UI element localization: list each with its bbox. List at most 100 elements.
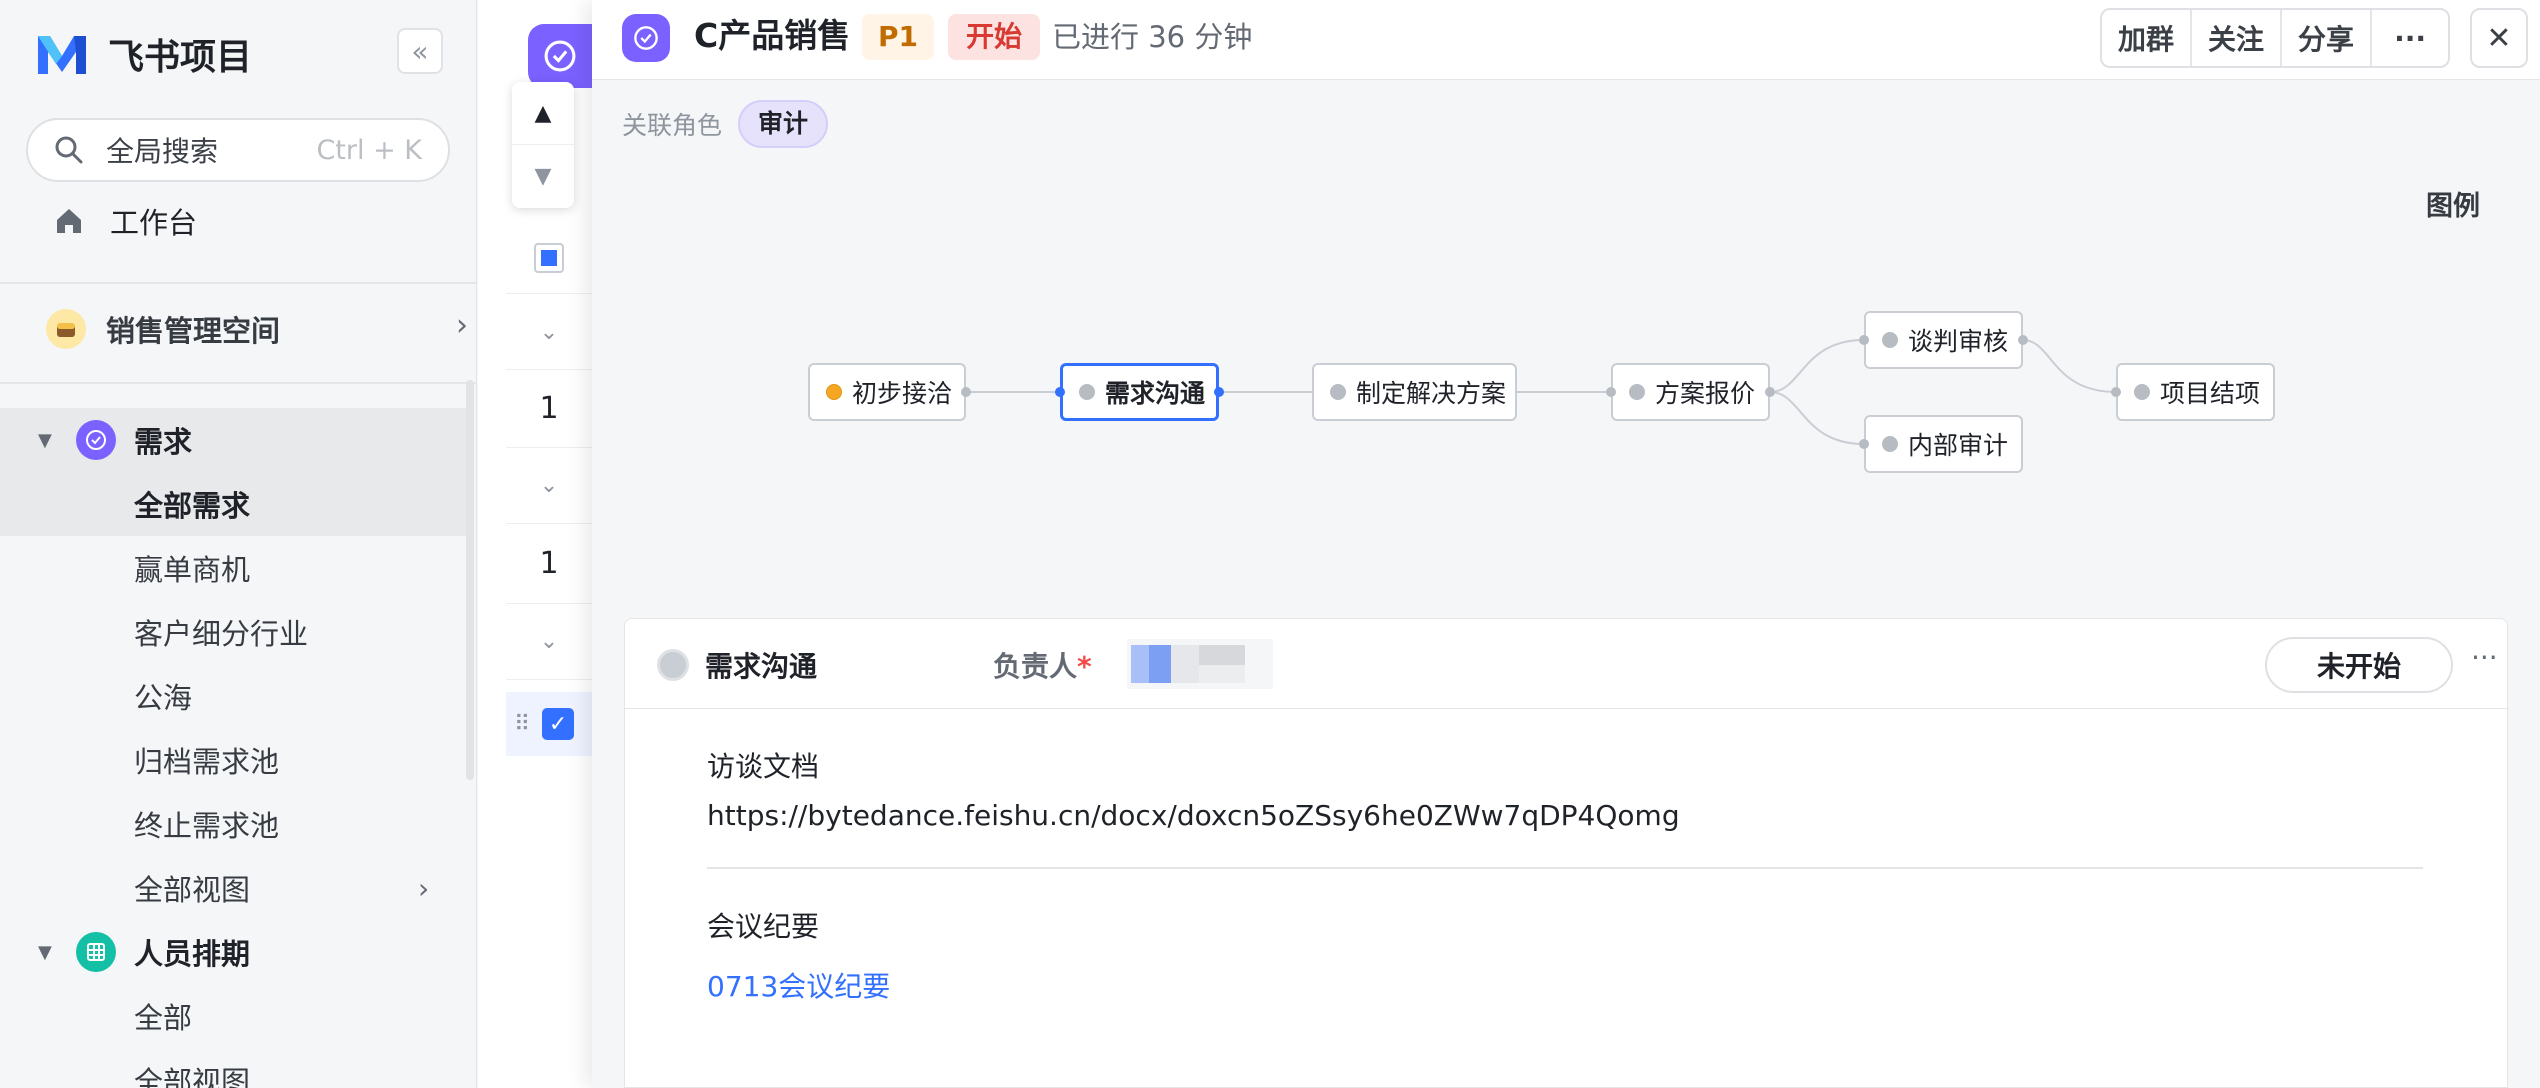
triangle-up-icon: ▲	[534, 100, 552, 126]
triangle-down-icon: ▼	[534, 164, 552, 189]
row-number: 1	[539, 391, 559, 426]
sidebar: 飞书项目 « 全局搜索 Ctrl + K 工作台 销售管理空间 › ▼ 需求 全…	[0, 0, 477, 1088]
checkbox-indeterminate	[534, 242, 564, 273]
flow-node-negotiation-review[interactable]: 谈判审核	[1864, 311, 2023, 369]
node-label: 制定解决方案	[1356, 379, 1507, 408]
collapse-sidebar-button[interactable]: «	[397, 28, 443, 74]
brand-name: 飞书项目	[108, 37, 253, 78]
sidebar-group-scheduling[interactable]: ▼ 人员排期	[0, 920, 466, 984]
status-dot-icon	[1079, 384, 1095, 400]
expand-row-button[interactable]: ⌄	[506, 296, 592, 370]
flow-node-internal-audit[interactable]: 内部审计	[1864, 415, 2023, 473]
status-dot-icon	[1629, 384, 1645, 400]
connector-port	[2018, 335, 2028, 345]
sidebar-item-terminated-pool[interactable]: 终止需求池	[0, 792, 466, 856]
detail-panel: C产品销售 P1 开始 已进行 36 分钟 加群 关注 分享 ··· ✕ 关联角…	[592, 0, 2540, 1088]
sidebar-item-label: 客户细分行业	[134, 617, 309, 651]
connector-port	[1214, 387, 1224, 397]
node-status-button[interactable]: 未开始	[2265, 637, 2453, 693]
brand[interactable]: 飞书项目	[36, 28, 252, 80]
sidebar-item-customer-industry[interactable]: 客户细分行业	[0, 600, 466, 664]
search-icon	[55, 136, 83, 164]
connector-port	[1859, 439, 1869, 449]
sidebar-item-archived-pool[interactable]: 归档需求池	[0, 728, 466, 792]
sidebar-item-all-views[interactable]: 全部视图 ›	[0, 856, 466, 920]
sidebar-item-label: 全部视图	[134, 873, 251, 907]
chevron-down-icon: ⌄	[539, 629, 559, 654]
sort-descending-button[interactable]: ▼	[512, 145, 574, 208]
sidebar-item-all-views-2[interactable]: 全部视图	[0, 1048, 466, 1088]
sidebar-group-label: 需求	[134, 425, 193, 459]
chevron-down-icon: ⌄	[539, 473, 559, 498]
flow-node-solution[interactable]: 制定解决方案	[1312, 363, 1517, 421]
owner-avatar[interactable]	[1127, 639, 1273, 689]
task-card-header: 需求沟通 负责人* 未开始 ···	[625, 619, 2509, 709]
node-label: 谈判审核	[1908, 327, 2009, 356]
table-icon	[76, 932, 116, 972]
interview-doc-value[interactable]: https://bytedance.feishu.cn/docx/doxcn5o…	[707, 799, 1680, 832]
required-mark: *	[1077, 650, 1092, 683]
search-label: 全局搜索	[106, 135, 219, 168]
connector-port	[1859, 335, 1869, 345]
work-item-list: ▲ ▼ ⌄ 1 ⌄ 1 ⌄ ⠿ ✓	[478, 0, 592, 1088]
owner-label: 负责人*	[993, 645, 1092, 685]
table-row[interactable]: 1	[506, 370, 592, 448]
node-status-icon[interactable]	[657, 649, 689, 681]
divider	[0, 382, 476, 384]
row-number: 1	[539, 546, 559, 581]
status-dot-icon	[826, 384, 842, 400]
flow-node-quotation[interactable]: 方案报价	[1611, 363, 1770, 421]
global-search-input[interactable]: 全局搜索 Ctrl + K	[26, 118, 450, 182]
select-all-checkbox[interactable]	[506, 222, 592, 294]
owner-label-text: 负责人	[993, 650, 1078, 683]
flow-node-project-closure[interactable]: 项目结项	[2116, 363, 2275, 421]
status-dot-icon	[1330, 384, 1346, 400]
meeting-notes-link[interactable]: 0713会议纪要	[707, 965, 890, 1005]
more-icon[interactable]: ···	[2471, 641, 2498, 674]
sort-ascending-button[interactable]: ▲	[512, 82, 574, 145]
connector-port	[1606, 387, 1616, 397]
drag-handle-icon[interactable]: ⠿	[514, 712, 530, 737]
checkmark-icon: ✓	[548, 711, 568, 737]
connector-port	[961, 387, 971, 397]
sidebar-group-requirements[interactable]: ▼ 需求	[0, 408, 466, 472]
task-title: 需求沟通	[705, 650, 818, 683]
sort-toggle: ▲ ▼	[512, 82, 574, 208]
status-dot-icon	[2134, 384, 2150, 400]
sidebar-item-label: 全部视图	[134, 1065, 251, 1088]
flow-node-initial-contact[interactable]: 初步接洽	[808, 363, 966, 421]
interview-doc-label: 访谈文档	[707, 750, 820, 783]
double-chevron-left-icon: «	[411, 34, 429, 68]
node-label: 初步接洽	[852, 379, 953, 408]
divider	[0, 282, 476, 284]
expand-row-button[interactable]: ⌄	[506, 448, 592, 524]
sidebar-item-all-requirements[interactable]: 全部需求	[0, 472, 466, 536]
chevron-right-icon: ›	[418, 871, 430, 905]
sidebar-item-label: 归档需求池	[134, 745, 280, 779]
sidebar-item-public-pool[interactable]: 公海	[0, 664, 466, 728]
feishu-project-logo-icon	[38, 36, 86, 74]
flow-node-requirement-communication[interactable]: 需求沟通	[1060, 363, 1219, 421]
expand-row-button[interactable]: ⌄	[506, 604, 592, 680]
sidebar-item-workbench[interactable]: 工作台	[54, 200, 476, 242]
sidebar-item-all[interactable]: 全部	[0, 984, 466, 1048]
sidebar-item-label: 公海	[134, 681, 193, 715]
sidebar-scrollbar[interactable]	[466, 380, 474, 780]
row-checkbox[interactable]: ✓	[542, 708, 575, 740]
sidebar-item-label: 全部	[134, 1001, 193, 1035]
sidebar-item-space[interactable]: 销售管理空间 ›	[46, 308, 476, 350]
chevron-right-icon: ›	[456, 308, 468, 343]
chevron-down-icon: ⌄	[539, 320, 559, 345]
node-label: 需求沟通	[1105, 379, 1206, 408]
table-row-selected[interactable]: ⠿ ✓	[506, 692, 592, 756]
node-label: 方案报价	[1655, 379, 1756, 408]
sidebar-item-won-opportunities[interactable]: 赢单商机	[0, 536, 466, 600]
requirement-app-icon[interactable]	[528, 24, 592, 88]
table-row[interactable]: 1	[506, 524, 592, 604]
sidebar-item-label: 终止需求池	[134, 809, 280, 843]
connector-port	[1055, 387, 1065, 397]
sidebar-item-label: 赢单商机	[134, 553, 251, 587]
home-icon	[57, 209, 81, 233]
flow-connectors	[966, 339, 2117, 445]
caret-down-icon: ▼	[38, 429, 52, 451]
